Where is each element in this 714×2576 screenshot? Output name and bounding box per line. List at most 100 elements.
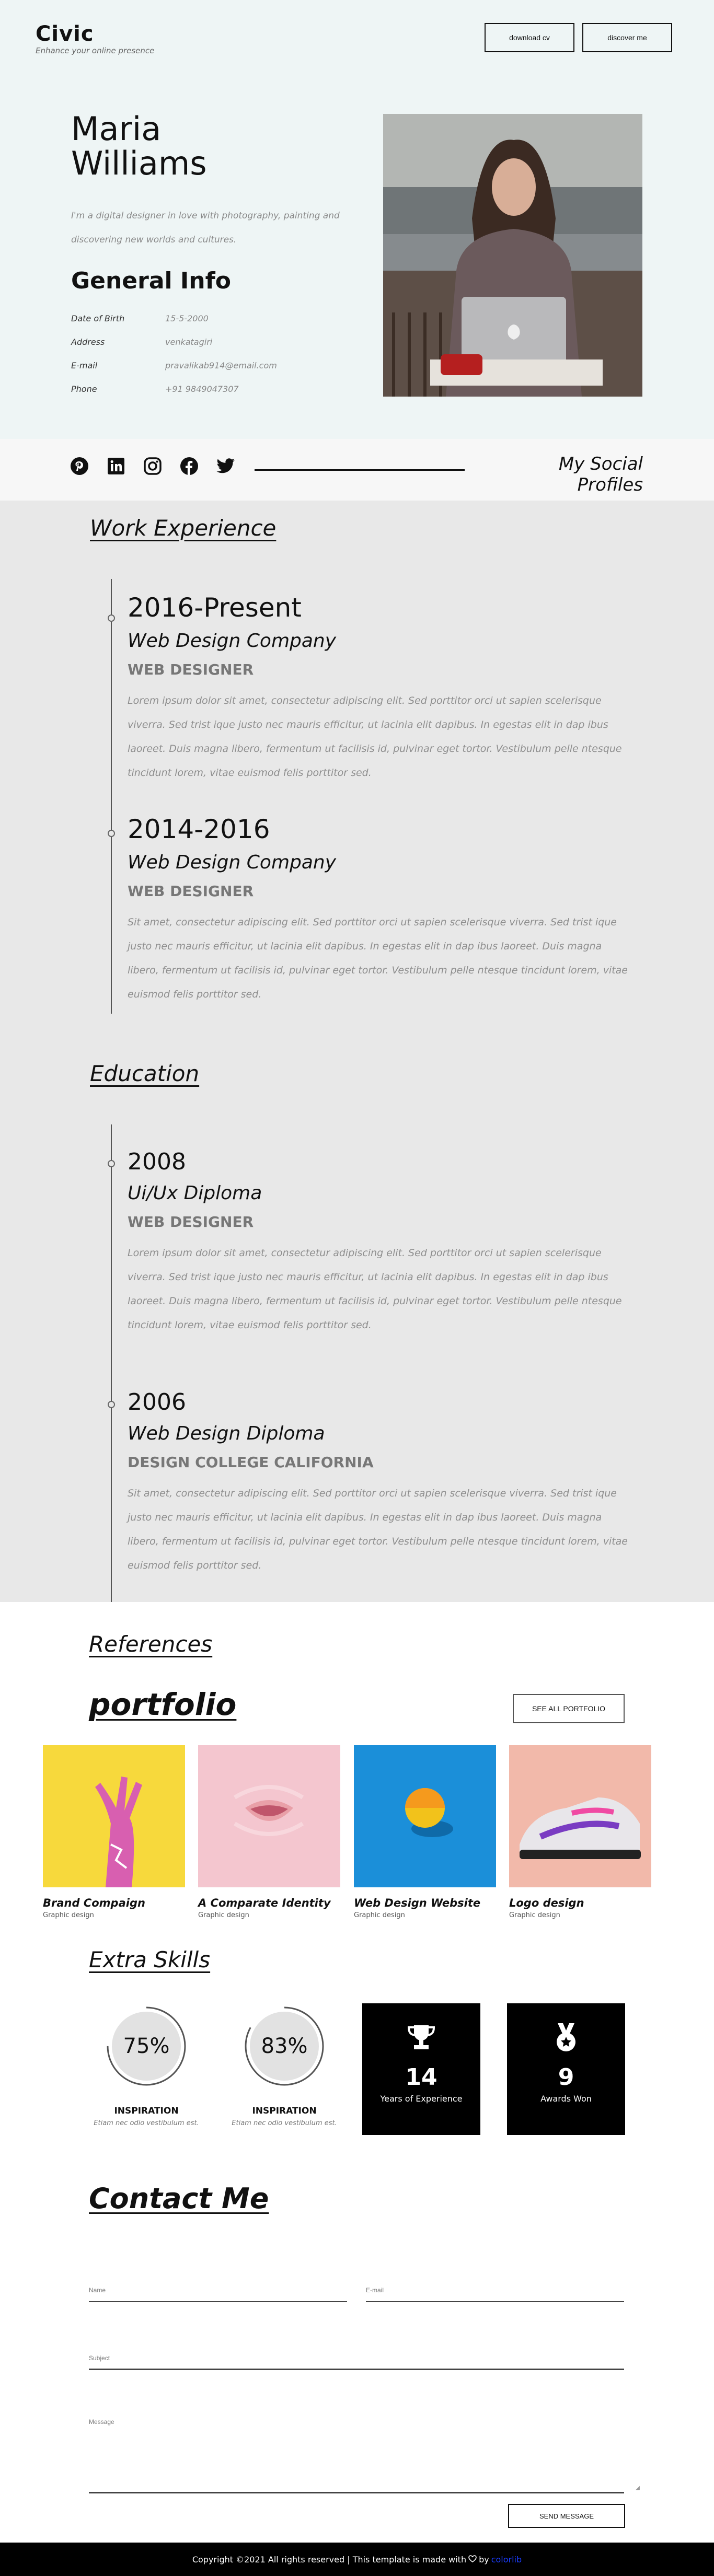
subject-field[interactable]: Subject bbox=[89, 2354, 624, 2370]
timeline-dot bbox=[108, 614, 115, 622]
years-experience-card: 14 Years of Experience bbox=[362, 2003, 480, 2135]
copyright-text: Copyright ©2021 All rights reserved | Th… bbox=[192, 2554, 467, 2565]
portfolio-item-subtitle: Graphic design bbox=[509, 1911, 560, 1919]
name-field[interactable]: Name bbox=[89, 2287, 347, 2302]
info-label: Address bbox=[71, 337, 105, 347]
entry-year: 2014-2016 bbox=[128, 814, 270, 844]
intro-text: I'm a digital designer in love with phot… bbox=[71, 211, 340, 245]
portfolio-item[interactable]: Web Design Website Graphic design bbox=[354, 1745, 496, 1919]
portfolio-item[interactable]: Brand Compaign Graphic design bbox=[43, 1745, 185, 1919]
pinterest-icon[interactable] bbox=[70, 457, 89, 475]
general-info-title: General Info bbox=[71, 268, 231, 294]
timeline-dot bbox=[108, 1160, 115, 1167]
info-label: Phone bbox=[71, 384, 97, 394]
skill-subtitle: Etiam nec odio vestibulum est. bbox=[94, 2119, 199, 2127]
portfolio-image[interactable] bbox=[198, 1745, 340, 1887]
instagram-icon[interactable] bbox=[143, 457, 162, 475]
timeline-dot bbox=[108, 1401, 115, 1408]
info-label: E-mail bbox=[71, 361, 98, 370]
skill-value: 75% bbox=[123, 2034, 170, 2058]
education-title: Education bbox=[90, 1061, 200, 1086]
skill-subtitle: Etiam nec odio vestibulum est. bbox=[232, 2119, 337, 2127]
site-logo[interactable]: Civic bbox=[36, 22, 94, 46]
portfolio-item[interactable]: A Comparate Identity Graphic design bbox=[198, 1745, 340, 1919]
skill-label: INSPIRATION bbox=[114, 2106, 179, 2116]
resume-section: Work Experience 2016-Present Web Design … bbox=[0, 501, 714, 1602]
education-entry: 2006 Web Design Diploma DESIGN COLLEGE C… bbox=[128, 1389, 629, 1577]
colorlib-link[interactable]: colorlib bbox=[491, 2555, 522, 2565]
site-tagline: Enhance your online presence bbox=[36, 46, 155, 55]
work-entry: 2016-Present Web Design Company WEB DESI… bbox=[128, 593, 629, 785]
entry-company: Web Design Company bbox=[128, 630, 337, 652]
last-name: Williams bbox=[71, 144, 207, 182]
info-value: 15-5-2000 bbox=[165, 314, 209, 323]
entry-year: 2006 bbox=[128, 1389, 186, 1415]
portfolio-title: portfolio bbox=[89, 1687, 237, 1722]
hero-section: Civic Enhance your online presence downl… bbox=[0, 0, 714, 439]
awards-won-card: 9 Awards Won bbox=[507, 2003, 625, 2135]
portfolio-item-title: Web Design Website bbox=[354, 1897, 481, 1909]
portfolio-image[interactable] bbox=[354, 1745, 496, 1887]
portfolio-item-subtitle: Graphic design bbox=[198, 1911, 249, 1919]
entry-description: Sit amet, consectetur adipiscing elit. S… bbox=[128, 1488, 628, 1571]
info-row: Date of Birth 15-5-2000 bbox=[71, 314, 277, 337]
entry-company: Web Design Company bbox=[128, 852, 337, 873]
skill-value: 83% bbox=[261, 2034, 308, 2058]
work-timeline-line bbox=[111, 579, 112, 1014]
message-textarea[interactable]: Message ◢ bbox=[89, 2418, 640, 2493]
twitter-icon[interactable] bbox=[216, 457, 235, 475]
skill-label: INSPIRATION bbox=[252, 2106, 317, 2116]
entry-role: WEB DESIGNER bbox=[128, 1213, 254, 1231]
education-timeline-line bbox=[111, 1124, 112, 1602]
references-title: References bbox=[89, 1631, 213, 1657]
medal-icon bbox=[507, 2022, 625, 2053]
entry-role: WEB DESIGNER bbox=[128, 883, 254, 900]
entry-year: 2016-Present bbox=[128, 593, 302, 623]
info-row: Phone +91 9849047307 bbox=[71, 384, 277, 408]
education-entry: 2008 Ui/Ux Diploma WEB DESIGNER Lorem ip… bbox=[128, 1148, 629, 1337]
progress-circle: 83% bbox=[243, 2004, 326, 2088]
entry-school: Web Design Diploma bbox=[128, 1423, 325, 1444]
entry-year: 2008 bbox=[128, 1148, 186, 1175]
discover-me-button[interactable]: discover me bbox=[582, 23, 672, 52]
work-experience-title: Work Experience bbox=[90, 515, 277, 541]
person-name: Maria Williams bbox=[71, 112, 207, 181]
portfolio-item-title: A Comparate Identity bbox=[198, 1897, 331, 1909]
message-field-label: Message bbox=[89, 2418, 114, 2426]
download-cv-button[interactable]: download cv bbox=[485, 23, 574, 52]
stat-number: 9 bbox=[558, 2064, 574, 2091]
social-icons bbox=[70, 457, 235, 475]
stat-label: Years of Experience bbox=[380, 2094, 463, 2104]
entry-role: DESIGN COLLEGE CALIFORNIA bbox=[128, 1454, 374, 1471]
stat-label: Awards Won bbox=[540, 2094, 592, 2104]
social-profiles-bar: My Social Profiles bbox=[0, 439, 714, 501]
linkedin-icon[interactable] bbox=[107, 457, 125, 475]
portfolio-item[interactable]: Logo design Graphic design bbox=[509, 1745, 651, 1919]
portfolio-image[interactable] bbox=[509, 1745, 651, 1887]
portfolio-item-title: Brand Compaign bbox=[43, 1897, 145, 1909]
trophy-icon bbox=[362, 2022, 480, 2053]
info-value: venkatagiri bbox=[165, 337, 213, 347]
skill-circle-card: 83% INSPIRATION Etiam nec odio vestibulu… bbox=[222, 2004, 347, 2127]
portfolio-image[interactable] bbox=[43, 1745, 185, 1887]
see-all-portfolio-button[interactable]: SEE ALL PORTFOLIO bbox=[513, 1694, 625, 1723]
resize-handle-icon[interactable]: ◢ bbox=[636, 2485, 640, 2491]
skill-circle-card: 75% INSPIRATION Etiam nec odio vestibulu… bbox=[84, 2004, 209, 2127]
social-profiles-title: My Social Profiles bbox=[558, 454, 643, 495]
entry-description: Lorem ipsum dolor sit amet, consectetur … bbox=[128, 695, 622, 779]
email-field[interactable]: E-mail bbox=[366, 2287, 624, 2302]
name-field-label: Name bbox=[89, 2287, 106, 2294]
entry-description: Sit amet, consectetur adipiscing elit. S… bbox=[128, 916, 628, 1000]
facebook-icon[interactable] bbox=[180, 457, 199, 475]
entry-role: WEB DESIGNER bbox=[128, 661, 254, 678]
timeline-dot bbox=[108, 830, 115, 837]
entry-school: Ui/Ux Diploma bbox=[128, 1182, 262, 1204]
site-footer: Copyright ©2021 All rights reserved | Th… bbox=[0, 2543, 714, 2576]
general-info-list: Date of Birth 15-5-2000 Address venkatag… bbox=[71, 314, 277, 408]
portfolio-item-subtitle: Graphic design bbox=[43, 1911, 94, 1919]
work-entry: 2014-2016 Web Design Company WEB DESIGNE… bbox=[128, 814, 629, 1006]
profile-photo bbox=[383, 114, 642, 397]
extras-section: References portfolio SEE ALL PORTFOLIO B… bbox=[0, 1602, 714, 2543]
send-message-button[interactable]: SEND MESSAGE bbox=[508, 2504, 625, 2528]
email-field-label: E-mail bbox=[366, 2287, 384, 2294]
